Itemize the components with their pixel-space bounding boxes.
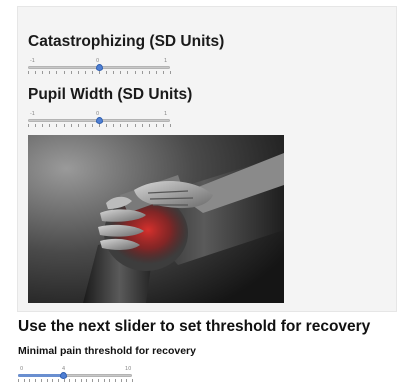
tick-mark — [80, 379, 82, 382]
catastrophizing-label: Catastrophizing (SD Units) — [28, 33, 225, 50]
tick-mark — [127, 71, 129, 74]
tick-mark — [127, 124, 129, 127]
pupil-handle[interactable] — [95, 117, 103, 124]
catastrophizing-slider[interactable]: -1 0 1 — [28, 58, 171, 76]
tick-mark — [106, 71, 108, 74]
tick-mark — [84, 71, 86, 74]
tick-mark — [97, 379, 99, 382]
tick-mark — [52, 379, 54, 382]
recovery-max-label: 10 — [125, 366, 132, 372]
tick-mark — [162, 124, 164, 127]
tick-mark — [35, 71, 37, 74]
tick-mark — [63, 379, 65, 382]
tick-mark — [155, 71, 157, 74]
tick-mark — [155, 124, 157, 127]
catastrophizing-ticks — [28, 71, 171, 75]
tick-mark — [103, 379, 105, 382]
tick-mark — [109, 379, 111, 382]
recovery-min-label: 0 — [20, 366, 24, 372]
tick-mark — [49, 71, 51, 74]
pupil-ticks — [28, 124, 171, 128]
tick-mark — [162, 71, 164, 74]
tick-mark — [63, 71, 65, 74]
tick-mark — [29, 379, 31, 382]
tick-mark — [35, 379, 37, 382]
tick-mark — [141, 124, 143, 127]
tick-mark — [86, 379, 88, 382]
pupil-min-label: -1 — [30, 111, 35, 117]
recovery-threshold-slider[interactable]: 0 4 10 — [18, 366, 133, 384]
tick-mark — [113, 71, 115, 74]
tick-mark — [141, 71, 143, 74]
knee-pain-illustration — [28, 135, 284, 303]
recovery-fill — [18, 374, 64, 377]
tick-mark — [40, 379, 42, 382]
tick-mark — [23, 379, 25, 382]
tick-mark — [35, 124, 37, 127]
tick-mark — [56, 124, 58, 127]
tick-mark — [57, 379, 59, 382]
tick-mark — [28, 124, 29, 127]
tick-mark — [99, 71, 100, 74]
tick-mark — [92, 379, 94, 382]
recovery-slider-label: Minimal pain threshold for recovery — [18, 345, 196, 357]
tick-mark — [91, 71, 93, 74]
tick-mark — [46, 379, 48, 382]
tick-mark — [106, 124, 108, 127]
tick-mark — [70, 71, 72, 74]
tick-mark — [91, 124, 93, 127]
knee-pain-photo — [28, 135, 284, 303]
tick-mark — [126, 379, 128, 382]
tick-mark — [120, 71, 122, 74]
tick-mark — [42, 71, 44, 74]
tick-mark — [56, 71, 58, 74]
recovery-ticks — [18, 379, 133, 383]
tick-mark — [69, 379, 71, 382]
tick-mark — [114, 379, 116, 382]
tick-mark — [99, 124, 100, 127]
tick-mark — [84, 124, 86, 127]
catastrophizing-max-label: 1 — [164, 58, 168, 64]
tick-mark — [77, 124, 79, 127]
tick-mark — [134, 124, 136, 127]
tick-mark — [28, 71, 29, 74]
tick-mark — [134, 71, 136, 74]
catastrophizing-handle[interactable] — [95, 64, 103, 71]
tick-mark — [75, 379, 76, 382]
recovery-handle[interactable] — [60, 372, 68, 379]
tick-mark — [148, 71, 150, 74]
tick-mark — [70, 124, 72, 127]
tick-mark — [148, 124, 150, 127]
recovery-heading: Use the next slider to set threshold for… — [18, 318, 371, 335]
tick-mark — [120, 379, 122, 382]
pupil-width-label: Pupil Width (SD Units) — [28, 86, 193, 103]
tick-mark — [77, 71, 79, 74]
tick-mark — [113, 124, 115, 127]
pupil-max-label: 1 — [164, 111, 168, 117]
tick-mark — [170, 124, 171, 127]
tick-mark — [63, 124, 65, 127]
catastrophizing-min-label: -1 — [30, 58, 35, 64]
tick-mark — [49, 124, 51, 127]
tick-mark — [132, 379, 133, 382]
tick-mark — [170, 71, 171, 74]
pupil-width-slider[interactable]: -1 0 1 — [28, 111, 171, 129]
tick-mark — [18, 379, 19, 382]
tick-mark — [42, 124, 44, 127]
tick-mark — [120, 124, 122, 127]
